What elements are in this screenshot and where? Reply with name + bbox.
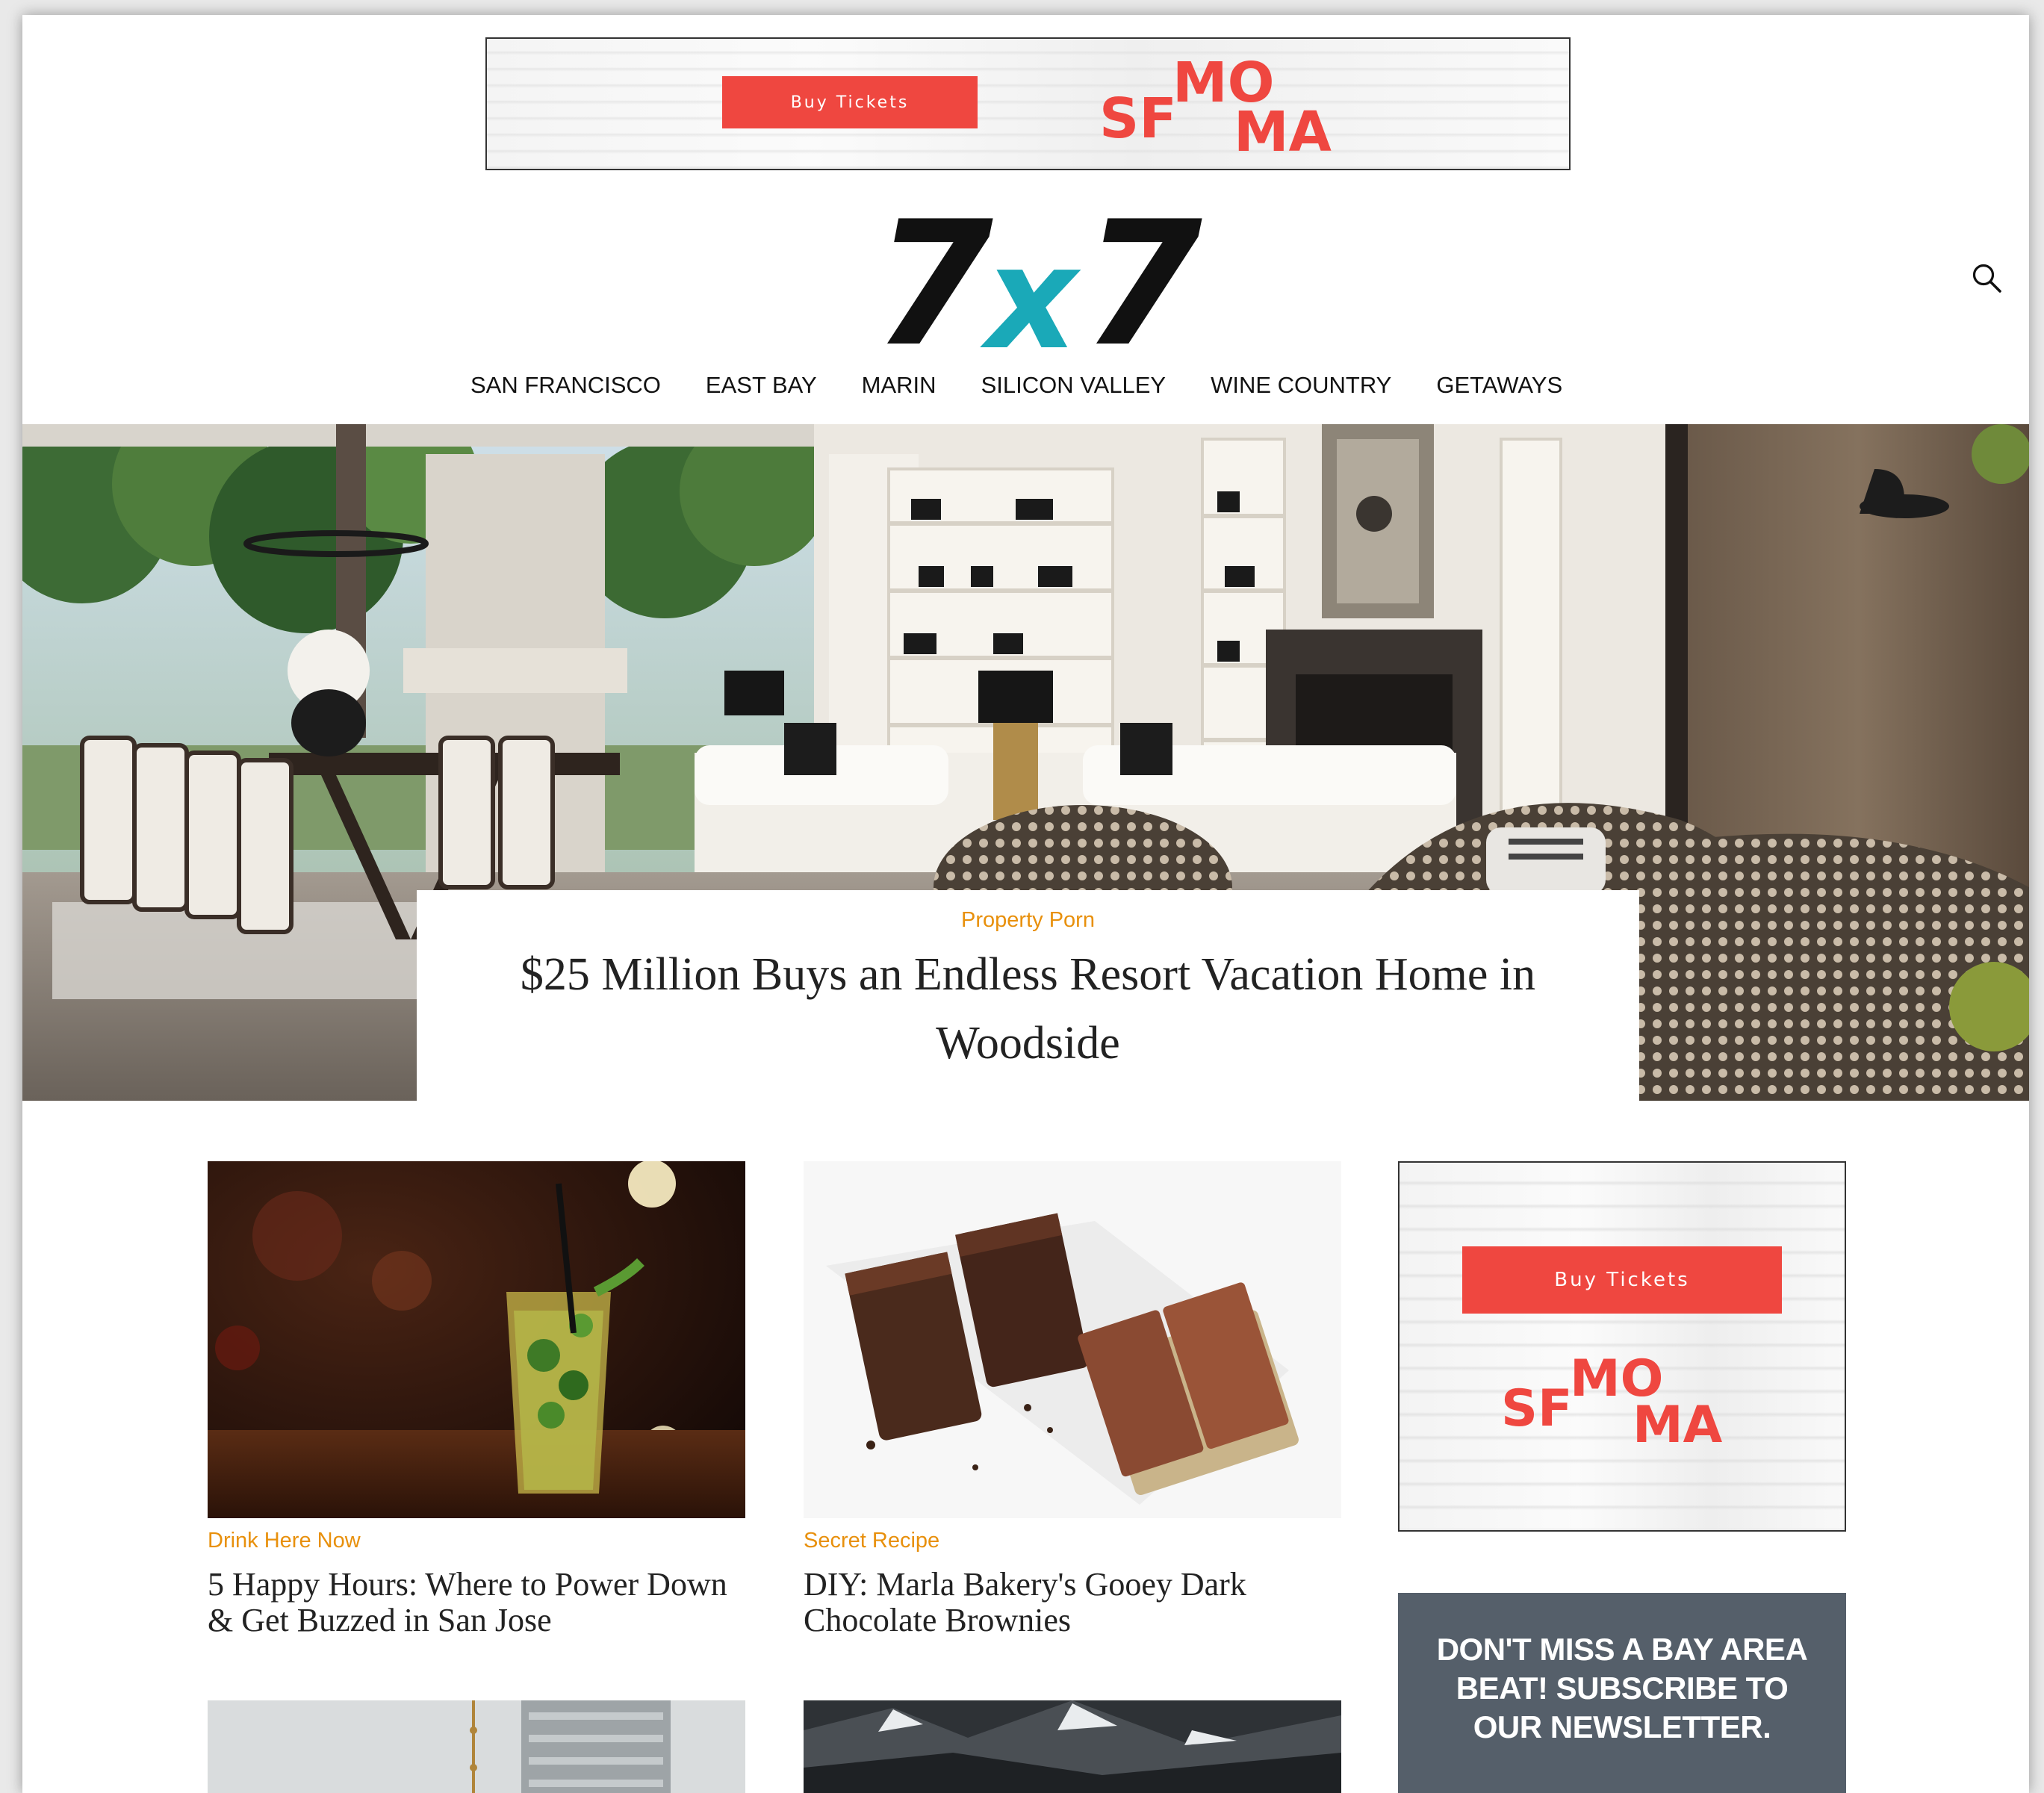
buy-tickets-button[interactable]: Buy Tickets <box>1462 1246 1782 1314</box>
buy-tickets-button[interactable]: Buy Tickets <box>722 76 978 128</box>
hero-title[interactable]: $25 Million Buys an Endless Resort Vacat… <box>483 940 1574 1078</box>
logo-seven-left: 7 <box>874 185 994 385</box>
nav-item-marin[interactable]: MARIN <box>862 372 936 417</box>
article-thumbnail[interactable] <box>804 1700 1341 1793</box>
article-kicker[interactable]: Drink Here Now <box>208 1529 745 1553</box>
article-kicker[interactable]: Secret Recipe <box>804 1529 1341 1553</box>
cocktail-photo-illustration <box>208 1161 745 1518</box>
article-title[interactable]: DIY: Marla Bakery's Gooey Dark Chocolate… <box>804 1567 1341 1638</box>
article-title[interactable]: 5 Happy Hours: Where to Power Down & Get… <box>208 1567 745 1638</box>
logo-seven-right: 7 <box>1083 185 1203 385</box>
nav-item-east-bay[interactable]: EAST BAY <box>706 372 817 417</box>
nav-item-san-francisco[interactable]: SAN FRANCISCO <box>470 372 661 417</box>
nav-item-wine-country[interactable]: WINE COUNTRY <box>1211 372 1391 417</box>
sfmoma-logo-sf: SF <box>1501 1379 1573 1438</box>
search-icon[interactable] <box>1970 261 2003 294</box>
sfmoma-logo-ma: MA <box>1633 1396 1723 1455</box>
newsletter-text: DON'T MISS A BAY AREA BEAT! SUBSCRIBE TO… <box>1436 1632 1808 1744</box>
article-thumbnail-brownies[interactable] <box>804 1161 1341 1518</box>
nav-item-silicon-valley[interactable]: SILICON VALLEY <box>981 372 1167 417</box>
mountain-photo-illustration <box>804 1700 1341 1793</box>
sidebar-ad[interactable]: Buy Tickets SF MO MA <box>1398 1161 1846 1532</box>
nav-item-getaways[interactable]: GETAWAYS <box>1436 372 1562 417</box>
brownies-photo-illustration <box>804 1161 1341 1518</box>
sfmoma-logo: SF MO MA <box>1099 55 1346 160</box>
sfmoma-logo-sf: SF <box>1099 87 1177 151</box>
article-thumbnail[interactable] <box>208 1700 745 1793</box>
newsletter-signup[interactable]: DON'T MISS A BAY AREA BEAT! SUBSCRIBE TO… <box>1398 1593 1846 1793</box>
page: Buy Tickets SF MO MA 7 x 7 SAN FRANCISCO… <box>22 15 2029 1793</box>
top-banner-ad[interactable]: Buy Tickets SF MO MA <box>485 37 1571 170</box>
hero-caption[interactable]: Property Porn $25 Million Buys an Endles… <box>417 890 1639 1101</box>
article-card[interactable]: Drink Here Now 5 Happy Hours: Where to P… <box>208 1161 745 1638</box>
article-card[interactable]: Secret Recipe DIY: Marla Bakery's Gooey … <box>804 1161 1341 1638</box>
building-photo-illustration <box>208 1700 745 1793</box>
sfmoma-logo: SF MO MA <box>1501 1354 1748 1458</box>
article-thumbnail-cocktail[interactable] <box>208 1161 745 1518</box>
logo-x: x <box>986 216 1078 381</box>
sfmoma-logo-ma: MA <box>1234 100 1332 164</box>
main-nav: SAN FRANCISCO EAST BAY MARIN SILICON VAL… <box>470 372 1606 417</box>
hero-kicker[interactable]: Property Porn <box>417 908 1639 933</box>
site-logo[interactable]: 7 x 7 <box>874 199 1202 371</box>
